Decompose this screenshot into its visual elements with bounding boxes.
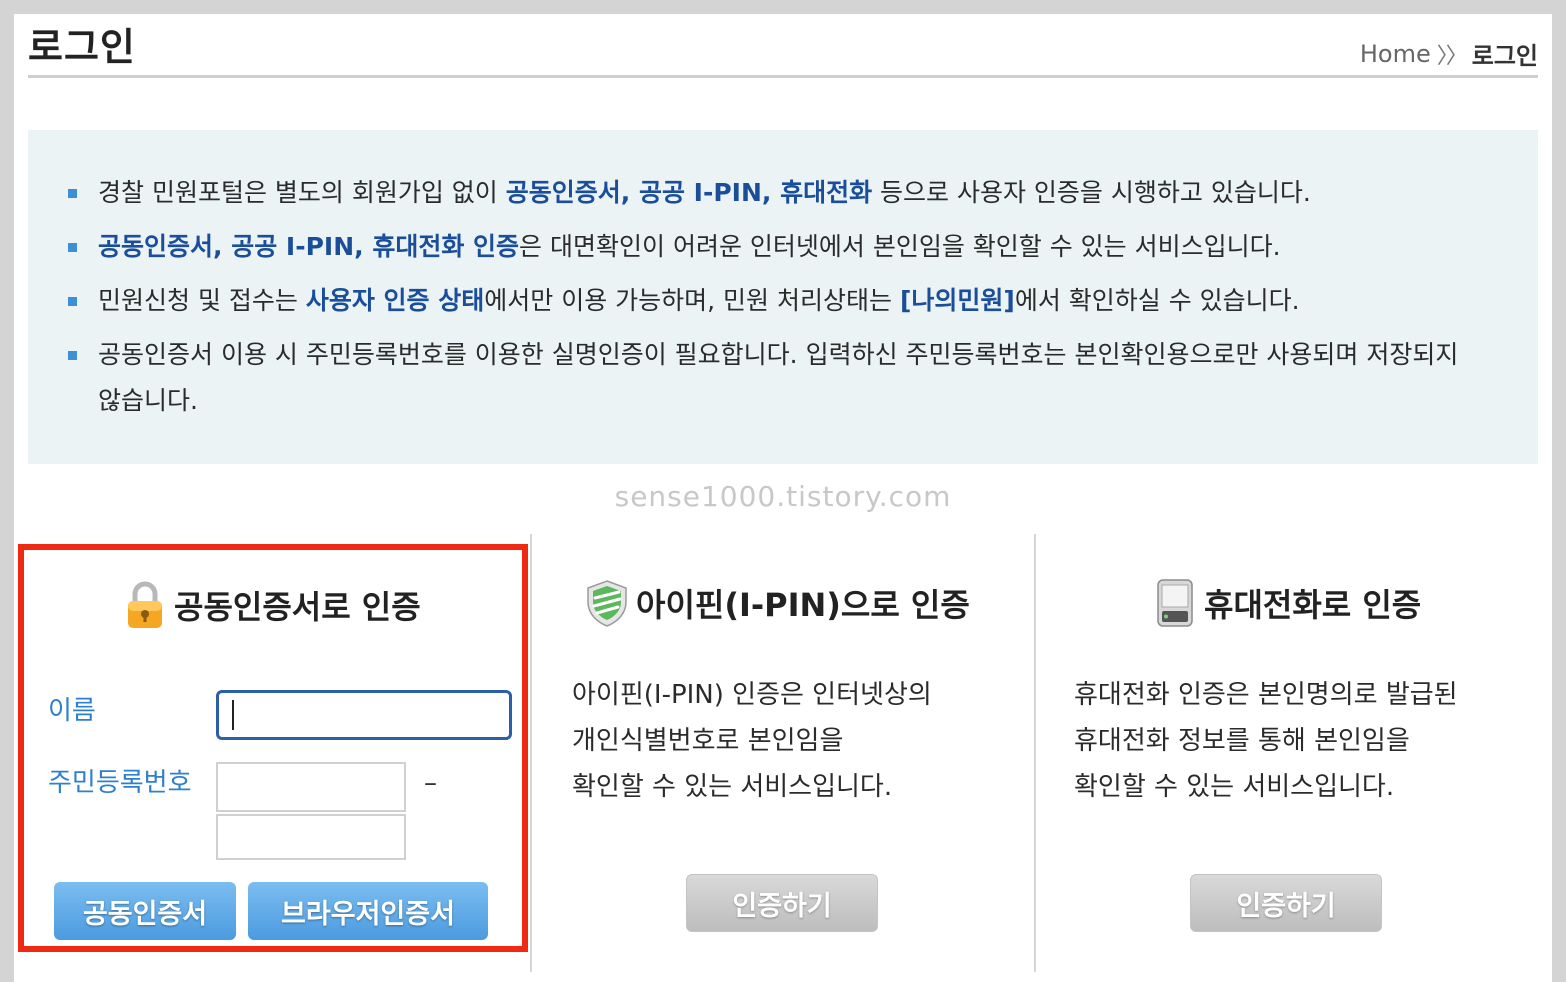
shield-icon (584, 578, 630, 628)
rrn-dash: – (424, 768, 437, 798)
notice-text: 에서만 이용 가능하며, 민원 처리상태는 (484, 286, 900, 315)
text-caret (232, 700, 234, 730)
my-complaints-link[interactable]: [나의민원] (900, 286, 1015, 315)
breadcrumb-separator: 〉〉 (1436, 43, 1468, 69)
square-bullet-icon (68, 351, 77, 360)
notice-box: 경찰 민원포털은 별도의 회원가입 없이 공동인증서, 공공 I-PIN, 휴대… (28, 130, 1538, 464)
ipin-auth-panel: 아이핀(I-PIN)으로 인증 아이핀(I-PIN) 인증은 인터넷상의 개인식… (572, 544, 1020, 810)
certificate-auth-title-text: 공동인증서로 인증 (174, 588, 421, 626)
ipin-description: 아이핀(I-PIN) 인증은 인터넷상의 개인식별번호로 본인임을 확인할 수 … (572, 672, 1020, 810)
notice-highlight: 사용자 인증 상태 (305, 286, 485, 315)
square-bullet-icon (68, 189, 77, 198)
login-page: 로그인 Home 〉〉 로그인 경찰 민원포털은 별도의 회원가입 없이 공동인… (14, 14, 1552, 982)
phone-auth-title: 휴대전화로 인증 (1152, 578, 1534, 628)
padlock-icon (122, 580, 168, 630)
phone-description-line: 휴대전화 정보를 통해 본인임을 (1074, 726, 1410, 756)
joint-certificate-button[interactable]: 공동인증서 (54, 882, 236, 940)
phone-description-line: 확인할 수 있는 서비스입니다. (1074, 772, 1395, 802)
square-bullet-icon (68, 297, 77, 306)
notice-highlight: 공동인증서, 공공 I-PIN, 휴대전화 (505, 178, 873, 207)
phone-description-line: 휴대전화 인증은 본인명의로 발급된 (1074, 680, 1458, 710)
name-label: 이름 (48, 696, 96, 726)
column-divider (530, 534, 532, 972)
phone-auth-title-text: 휴대전화로 인증 (1204, 586, 1422, 624)
rrn-front-input[interactable] (216, 762, 406, 812)
notice-text: 등으로 사용자 인증을 시행하고 있습니다. (872, 178, 1311, 207)
notice-highlight: 공동인증서, 공공 I-PIN, 휴대전화 인증 (98, 232, 520, 261)
notice-text: 공동인증서 이용 시 주민등록번호를 이용한 실명인증이 필요합니다. 입력하신… (98, 340, 1459, 415)
notice-item: 공동인증서 이용 시 주민등록번호를 이용한 실명인증이 필요합니다. 입력하신… (68, 332, 1468, 424)
phone-auth-panel: 휴대전화로 인증 휴대전화 인증은 본인명의로 발급된 휴대전화 정보를 통해 … (1074, 544, 1534, 810)
browser-certificate-button[interactable]: 브라우저인증서 (248, 882, 488, 940)
notice-text: 은 대면확인이 어려운 인터넷에서 본인임을 확인할 수 있는 서비스입니다. (519, 232, 1281, 261)
column-divider (1034, 534, 1036, 972)
watermark: sense1000.tistory.com (614, 480, 952, 513)
name-input[interactable] (216, 690, 512, 740)
notice-text: 민원신청 및 접수는 (98, 286, 306, 315)
notice-item: 민원신청 및 접수는 사용자 인증 상태에서만 이용 가능하며, 민원 처리상태… (68, 278, 1538, 324)
ipin-description-line: 확인할 수 있는 서비스입니다. (572, 772, 893, 802)
page-title: 로그인 (28, 25, 136, 69)
breadcrumb-home-link[interactable]: Home (1360, 40, 1431, 68)
ipin-description-line: 개인식별번호로 본인임을 (572, 726, 844, 756)
rrn-back-input[interactable] (216, 814, 406, 860)
phone-verify-button[interactable]: 인증하기 (1190, 874, 1382, 932)
notice-text: 경찰 민원포털은 별도의 회원가입 없이 (98, 178, 506, 207)
square-bullet-icon (68, 243, 77, 252)
notice-item: 경찰 민원포털은 별도의 회원가입 없이 공동인증서, 공공 I-PIN, 휴대… (68, 170, 1538, 216)
rrn-label: 주민등록번호 (48, 768, 192, 798)
ipin-auth-title: 아이핀(I-PIN)으로 인증 (584, 578, 1020, 628)
breadcrumb-current: 로그인 (1471, 42, 1538, 70)
certificate-auth-title: 공동인증서로 인증 (122, 580, 421, 630)
ipin-description-line: 아이핀(I-PIN) 인증은 인터넷상의 (572, 680, 932, 710)
ipin-verify-button[interactable]: 인증하기 (686, 874, 878, 932)
breadcrumb: Home 〉〉 로그인 (1360, 36, 1538, 71)
certificate-auth-panel: 공동인증서로 인증 이름 주민등록번호 – 공동인증서 브라우저인증서 (18, 544, 528, 952)
mobile-phone-icon (1152, 578, 1198, 628)
phone-description: 휴대전화 인증은 본인명의로 발급된 휴대전화 정보를 통해 본인임을 확인할 … (1074, 672, 1534, 810)
ipin-auth-title-text: 아이핀(I-PIN)으로 인증 (636, 586, 970, 624)
notice-text: 에서 확인하실 수 있습니다. (1014, 286, 1300, 315)
notice-item: 공동인증서, 공공 I-PIN, 휴대전화 인증은 대면확인이 어려운 인터넷에… (68, 224, 1538, 270)
page-header: 로그인 Home 〉〉 로그인 (28, 14, 1538, 78)
